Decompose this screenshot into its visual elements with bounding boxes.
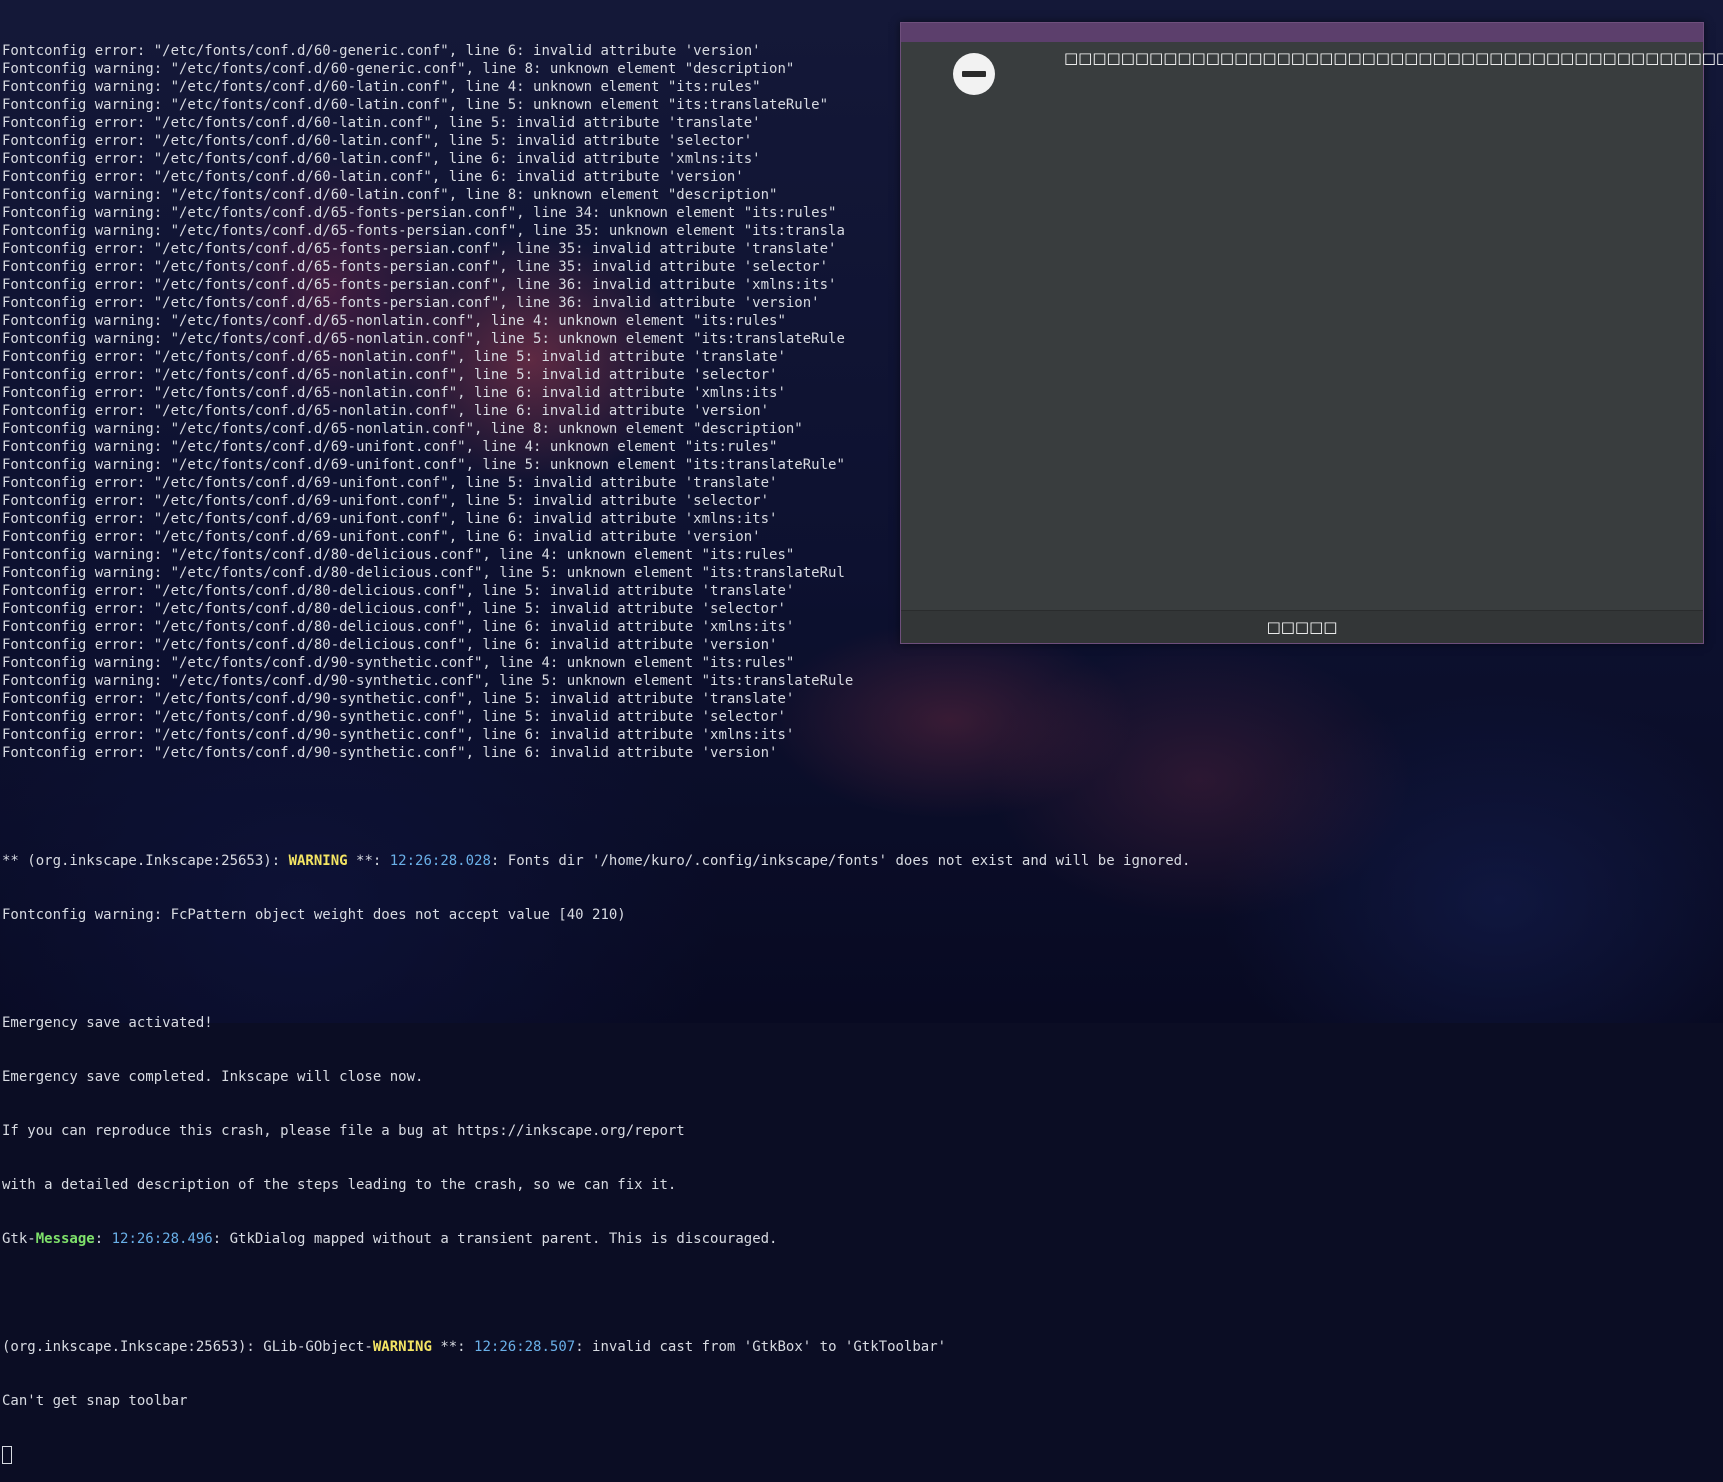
emergency-line: If you can reproduce this crash, please …	[2, 1123, 685, 1139]
log-text: : Fonts dir '/home/kuro/.config/inkscape…	[490, 853, 1191, 869]
log-timestamp: 12:26:28.507	[474, 1339, 576, 1355]
log-prefix: ** (org.inkscape.Inkscape:25653):	[2, 853, 289, 869]
log-level: WARNING	[372, 1339, 432, 1355]
log-prefix: Gtk-	[2, 1231, 36, 1247]
pattern-warning-line: Fontconfig warning: FcPattern object wei…	[2, 907, 626, 923]
log-line: Fontconfig error: "/etc/fonts/conf.d/90-…	[2, 727, 795, 743]
emergency-line: Emergency save completed. Inkscape will …	[2, 1069, 424, 1085]
log-timestamp: 12:26:28.496	[111, 1231, 213, 1247]
dialog-close-button[interactable]: □□□□□	[1255, 614, 1350, 640]
inkscape-warning-line: ** (org.inkscape.Inkscape:25653): WARNIN…	[2, 852, 1723, 870]
log-sep: **:	[347, 853, 390, 869]
log-line: Fontconfig warning: "/etc/fonts/conf.d/9…	[2, 673, 854, 689]
log-line: Fontconfig warning: "/etc/fonts/conf.d/9…	[2, 655, 795, 671]
log-sep: **:	[431, 1339, 475, 1355]
log-level: WARNING	[288, 853, 348, 869]
gtk-message-line: Gtk-Message: 12:26:28.496: GtkDialog map…	[2, 1230, 1723, 1248]
log-prefix: (org.inkscape.Inkscape:25653): GLib-GObj…	[2, 1339, 373, 1355]
log-level: Message	[35, 1231, 95, 1247]
emergency-line: Emergency save activated!	[2, 1015, 213, 1031]
log-line: Fontconfig error: "/etc/fonts/conf.d/90-…	[2, 691, 795, 707]
dialog-message: □□□□□□□□□□□□□□□□□□□□□□□□□□□□□□□□□□□□□□□□…	[1064, 49, 1723, 67]
log-line: Fontconfig error: "/etc/fonts/conf.d/90-…	[2, 745, 778, 761]
glib-warning-line: (org.inkscape.Inkscape:25653): GLib-GObj…	[2, 1338, 1723, 1356]
log-text: : GtkDialog mapped without a transient p…	[212, 1231, 778, 1247]
minus-bar	[962, 71, 986, 77]
log-text: : invalid cast from 'GtkBox' to 'GtkTool…	[575, 1339, 947, 1355]
dialog-titlebar[interactable]	[901, 23, 1703, 42]
crash-dialog[interactable]: □□□□□□□□□□□□□□□□□□□□□□□□□□□□□□□□□□□□□□□□…	[900, 22, 1723, 644]
log-sep: :	[94, 1231, 112, 1247]
log-line: Fontconfig error: "/etc/fonts/conf.d/90-…	[2, 709, 786, 725]
log-timestamp: 12:26:28.028	[389, 853, 491, 869]
dialog-action-area: □□□□□	[901, 610, 1703, 643]
prompt-line	[2, 1446, 1723, 1464]
snap-toolbar-line: Can't get snap toolbar	[2, 1393, 188, 1409]
terminal-cursor	[2, 1446, 12, 1464]
emergency-line: with a detailed description of the steps…	[2, 1177, 677, 1193]
minus-circle-icon	[953, 53, 995, 95]
